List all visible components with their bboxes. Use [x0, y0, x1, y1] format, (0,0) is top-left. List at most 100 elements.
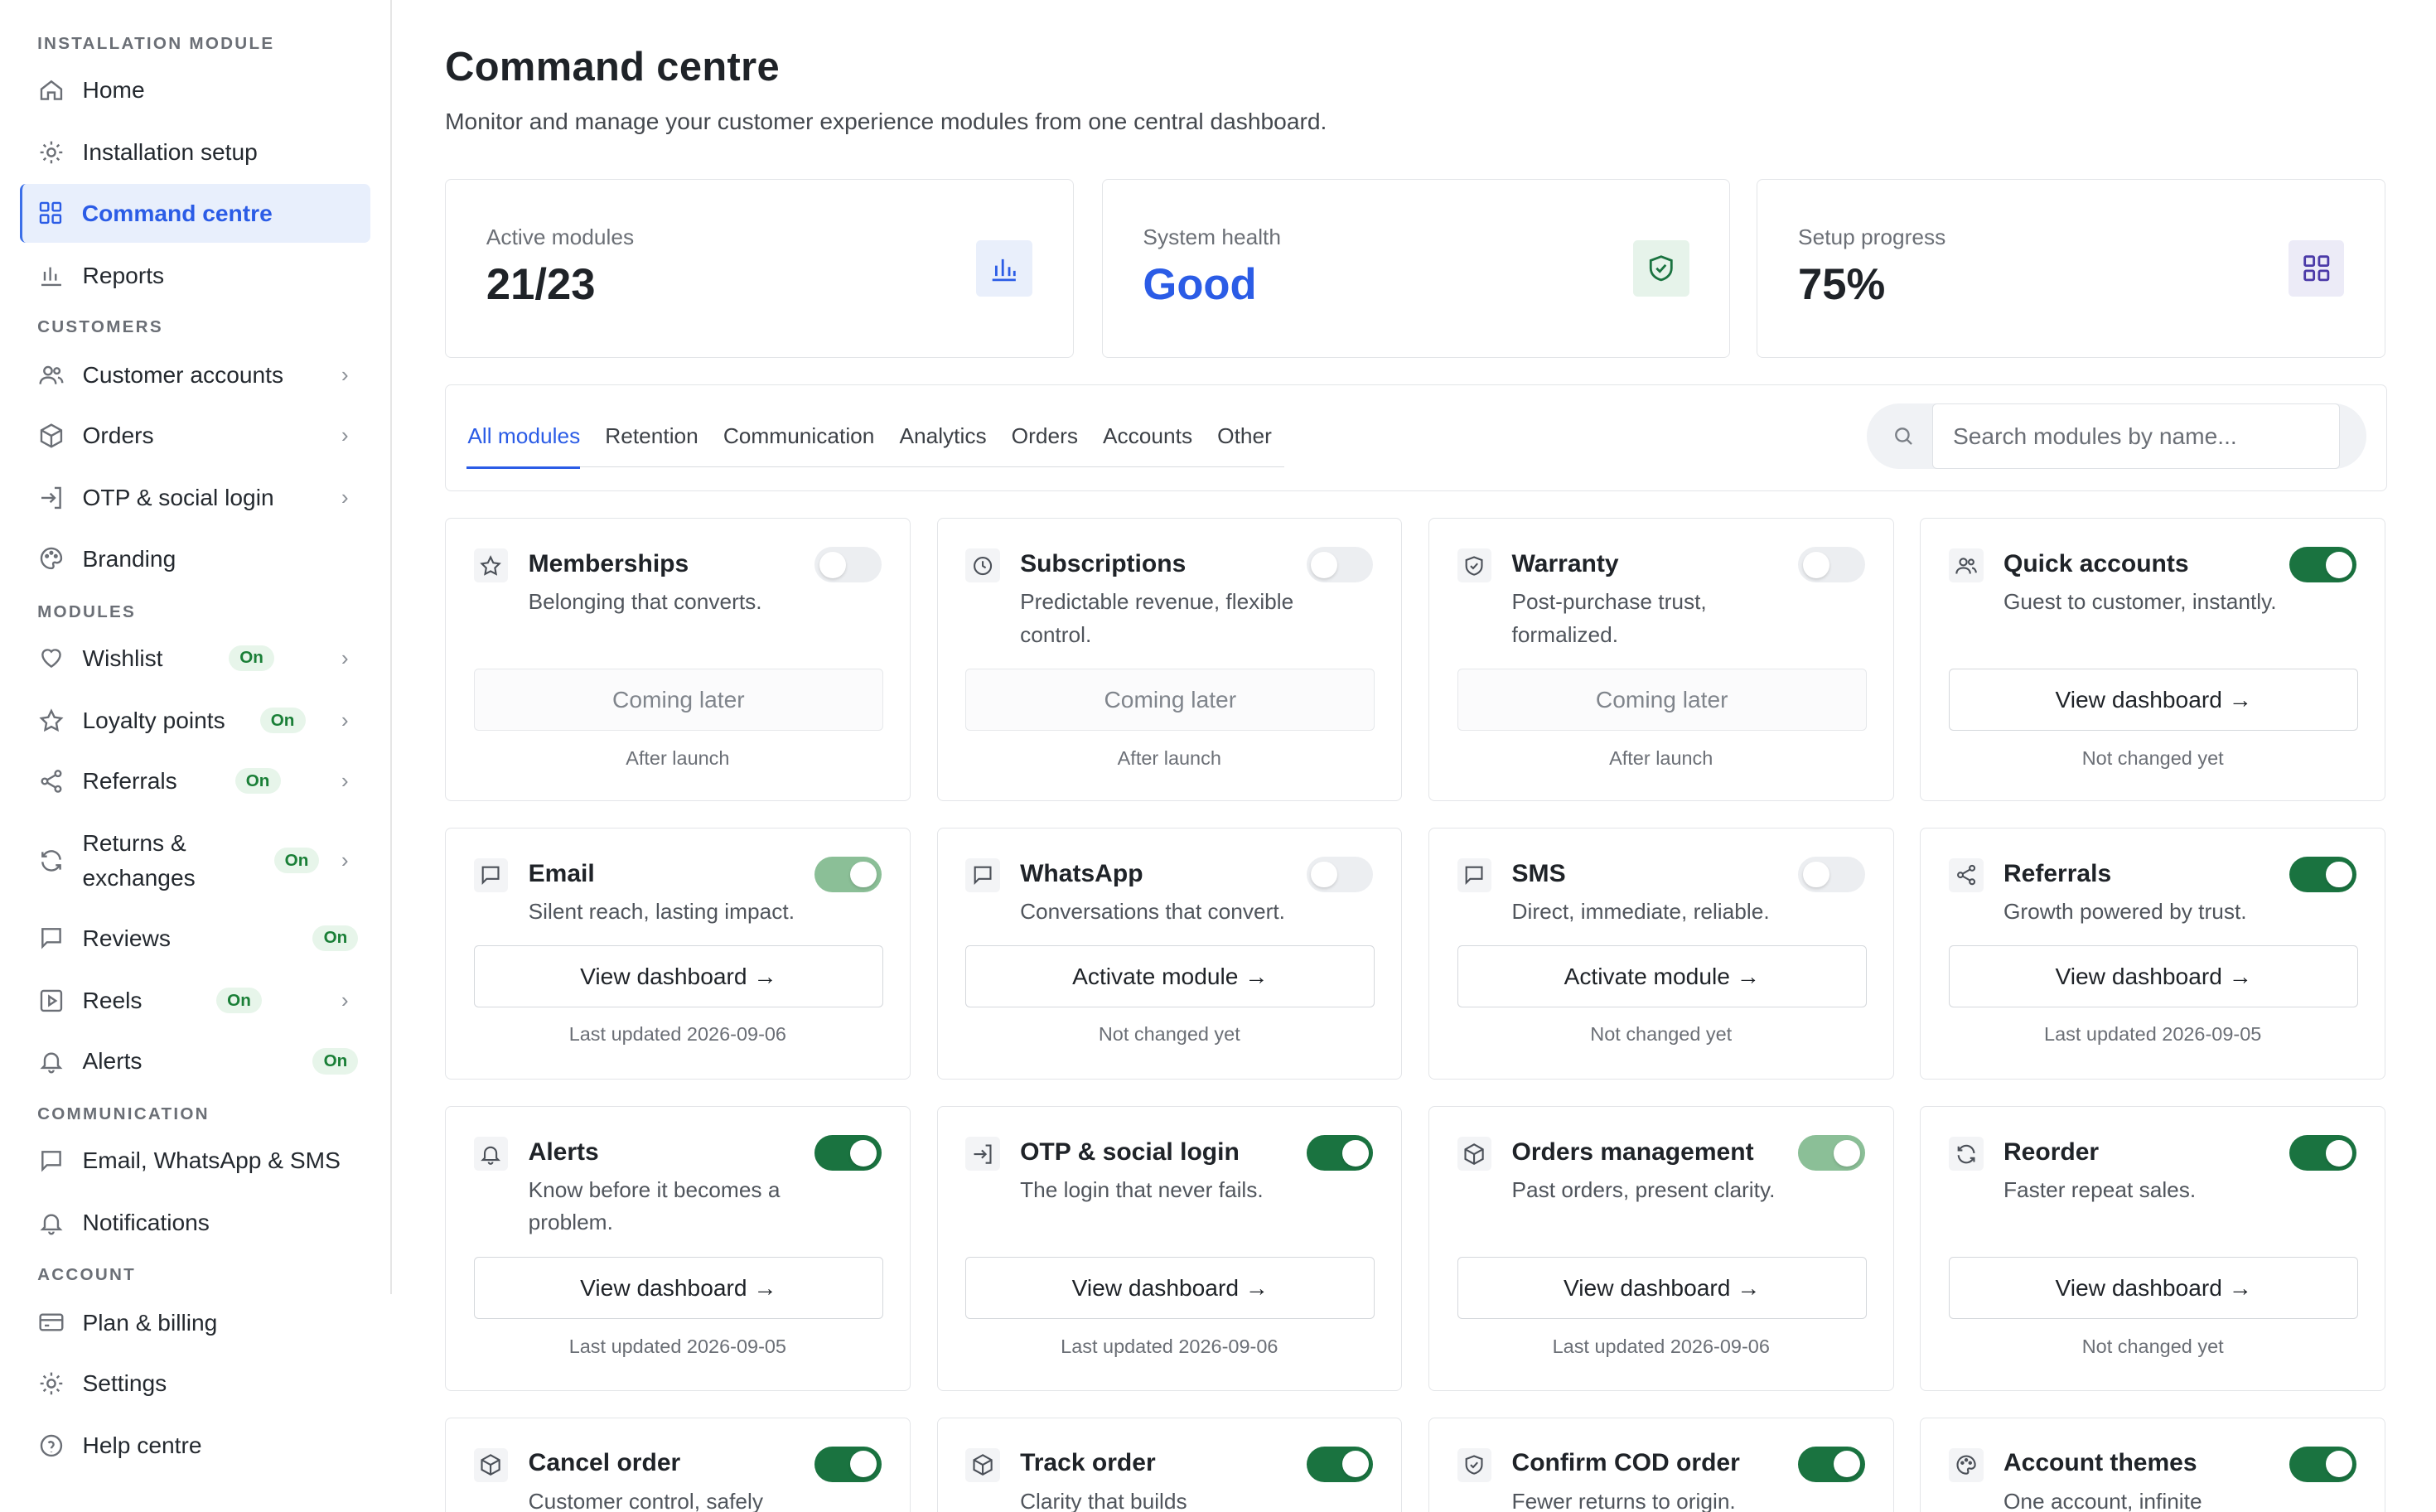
sidebar: INSTALLATION MODULE Home Installation se…	[0, 0, 393, 1512]
sidebar-item-branding[interactable]: Branding	[20, 529, 370, 588]
module-description: Silent reach, lasting impact.	[528, 898, 795, 924]
module-toggle[interactable]	[1797, 547, 1865, 583]
module-description: Guest to customer, instantly.	[2003, 589, 2277, 615]
status-badge: On	[229, 645, 274, 672]
toggle-knob	[1311, 551, 1338, 578]
module-card-quick-accounts: Quick accounts Guest to customer, instant…	[1920, 518, 2385, 802]
share-icon	[37, 767, 65, 795]
tab-retention[interactable]: Retention	[592, 421, 711, 467]
sidebar-item-otp-social-login[interactable]: OTP & social login ›	[20, 468, 370, 527]
activate-module-button[interactable]: Activate module →	[965, 944, 1375, 1008]
module-title: Account themes	[2003, 1449, 2197, 1477]
sidebar-item-alerts[interactable]: Alerts On	[20, 1031, 370, 1090]
gear-icon	[37, 138, 65, 167]
view-dashboard-button[interactable]: View dashboard →	[473, 1256, 883, 1319]
module-title: Confirm COD order	[1511, 1449, 1740, 1477]
sidebar-item-label: Settings	[82, 1369, 167, 1396]
module-title: Memberships	[528, 549, 689, 577]
module-status-text: Last updated 2026-09-05	[2044, 1022, 2262, 1045]
toggle-knob	[2325, 1451, 2352, 1478]
search-box	[1866, 403, 2366, 470]
sidebar-item-command-centre[interactable]: Command centre	[20, 183, 370, 243]
sidebar-item-orders[interactable]: Orders ›	[20, 406, 370, 465]
module-toggle[interactable]	[2289, 1446, 2357, 1482]
toggle-knob	[1834, 1139, 1861, 1167]
module-toggle[interactable]	[1306, 1446, 1374, 1482]
module-toggle[interactable]	[814, 547, 882, 583]
view-dashboard-button[interactable]: View dashboard →	[1949, 668, 2359, 731]
box-icon	[965, 1447, 1000, 1482]
module-toggle[interactable]	[1306, 1135, 1374, 1171]
stat-card-setup-progress: Setup progress 75%	[1757, 178, 2385, 358]
sidebar-item-installation-setup[interactable]: Installation setup	[20, 123, 370, 181]
chevron-right-icon: ›	[341, 988, 349, 1013]
tab-orders[interactable]: Orders	[999, 421, 1090, 467]
tab-all-modules[interactable]: All modules	[466, 421, 593, 470]
view-dashboard-button[interactable]: View dashboard →	[1949, 944, 2359, 1008]
module-status-text: Last updated 2026-09-05	[568, 1336, 786, 1358]
gear-icon	[37, 1369, 65, 1398]
toggle-knob	[1802, 861, 1829, 888]
sidebar-item-referrals[interactable]: Referrals On ›	[20, 751, 370, 810]
status-badge: On	[312, 1048, 359, 1075]
module-toggle[interactable]	[1797, 856, 1865, 893]
module-toggle[interactable]	[2289, 856, 2357, 893]
coming-later-button: Coming later	[473, 668, 883, 731]
sidebar-item-reviews[interactable]: Reviews On	[20, 909, 370, 968]
chevron-right-icon: ›	[341, 485, 349, 510]
module-title: Cancel order	[528, 1449, 681, 1477]
module-toggle[interactable]	[2289, 1135, 2357, 1171]
sidebar-item-label: Help centre	[82, 1431, 202, 1458]
sidebar-item-loyalty-points[interactable]: Loyalty points On ›	[20, 691, 370, 750]
module-toggle[interactable]	[2289, 547, 2357, 583]
sidebar-item-notifications[interactable]: Notifications	[20, 1193, 370, 1252]
search-input[interactable]	[1931, 403, 2340, 470]
module-card-sms: SMS Direct, immediate, reliable. Activate …	[1428, 828, 1894, 1080]
box-icon	[1457, 1136, 1492, 1171]
activate-module-button[interactable]: Activate module →	[1457, 944, 1867, 1008]
module-toggle[interactable]	[1306, 856, 1374, 893]
chevron-right-icon: ›	[341, 645, 349, 670]
module-description: Clarity that builds	[1020, 1488, 1187, 1512]
module-status-text: After launch	[1117, 747, 1221, 770]
grid-icon	[36, 199, 65, 227]
bar-chart-icon	[37, 262, 65, 290]
module-toggle[interactable]	[1306, 547, 1374, 583]
chevron-right-icon: ›	[341, 708, 349, 732]
view-dashboard-button[interactable]: View dashboard →	[1457, 1256, 1867, 1319]
module-toggle[interactable]	[814, 1446, 882, 1482]
sidebar-item-label: Branding	[82, 544, 176, 572]
tab-other[interactable]: Other	[1205, 421, 1284, 467]
module-card-alerts: Alerts Know before it becomes a problem. V…	[445, 1106, 911, 1391]
module-status-text: Not changed yet	[2081, 747, 2224, 770]
stat-card-system-health: System health Good	[1101, 178, 1731, 358]
module-toggle[interactable]	[1797, 1446, 1865, 1482]
tab-communication[interactable]: Communication	[711, 421, 887, 467]
module-toggle[interactable]	[814, 1135, 882, 1171]
view-dashboard-button[interactable]: View dashboard →	[965, 1256, 1375, 1319]
tab-analytics[interactable]: Analytics	[887, 421, 998, 467]
coming-later-button: Coming later	[965, 668, 1375, 731]
sidebar-item-plan-billing[interactable]: Plan & billing	[20, 1293, 370, 1352]
home-icon	[37, 76, 65, 104]
sidebar-item-email-whatsapp-sms[interactable]: Email, WhatsApp & SMS	[20, 1131, 370, 1190]
sidebar-item-wishlist[interactable]: Wishlist On ›	[20, 629, 370, 688]
module-card-cancel-order: Cancel order Customer control, safely	[445, 1417, 911, 1512]
section-customers: CUSTOMERS	[37, 317, 163, 337]
module-toggle[interactable]	[814, 856, 882, 893]
module-card-email: Email Silent reach, lasting impact. View d…	[445, 828, 911, 1080]
tab-accounts[interactable]: Accounts	[1090, 421, 1205, 467]
module-toggle[interactable]	[1797, 1135, 1865, 1171]
module-title: Subscriptions	[1020, 549, 1187, 577]
view-dashboard-button[interactable]: View dashboard →	[1949, 1256, 2359, 1319]
view-dashboard-button[interactable]: View dashboard →	[473, 944, 883, 1008]
sidebar-item-reels[interactable]: Reels On ›	[20, 971, 370, 1030]
sidebar-item-help-centre[interactable]: Help centre	[20, 1416, 370, 1475]
sidebar-item-customer-accounts[interactable]: Customer accounts ›	[20, 345, 370, 404]
sidebar-item-settings[interactable]: Settings	[20, 1354, 370, 1413]
sidebar-item-home[interactable]: Home	[20, 60, 370, 119]
sidebar-item-reports[interactable]: Reports	[20, 246, 370, 305]
sidebar-item-returns-exchanges[interactable]: Returns & exchanges On ›	[20, 824, 370, 896]
shield-icon	[1457, 548, 1492, 583]
toggle-knob	[850, 1139, 877, 1167]
